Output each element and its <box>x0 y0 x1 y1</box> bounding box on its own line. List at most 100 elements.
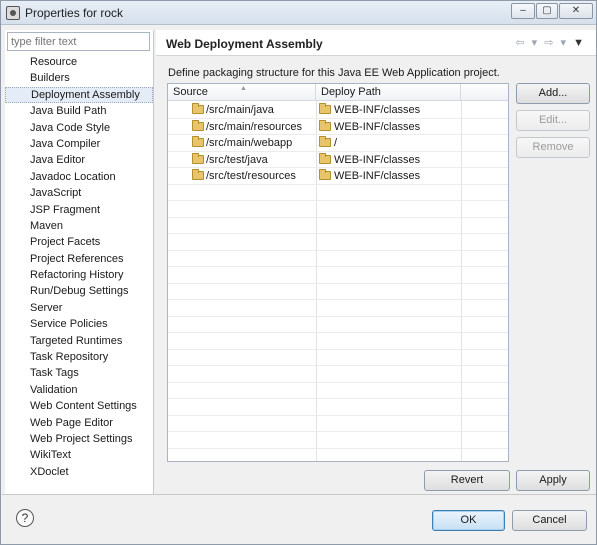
table-row[interactable]: /src/test/resources WEB-INF/classes <box>168 168 508 185</box>
sidebar: Resource Builders Deployment Assembly Ja… <box>5 30 154 494</box>
folder-icon <box>319 136 331 147</box>
empty-table-row <box>168 449 508 462</box>
column-header-source[interactable]: ▲ Source <box>168 84 316 101</box>
page-title: Web Deployment Assembly <box>166 37 323 51</box>
sidebar-item-validation[interactable]: Validation <box>5 382 153 398</box>
forward-arrow-icon[interactable]: ⇨ <box>544 37 555 49</box>
sidebar-item-project-references[interactable]: Project References <box>5 251 153 267</box>
empty-table-row <box>168 350 508 366</box>
sidebar-item-targeted-runtimes[interactable]: Targeted Runtimes <box>5 333 153 349</box>
table-row[interactable]: /src/main/resources WEB-INF/classes <box>168 119 508 135</box>
sidebar-item-task-repository[interactable]: Task Repository <box>5 349 153 365</box>
sidebar-item-run-debug-settings[interactable]: Run/Debug Settings <box>5 283 153 299</box>
source-cell: /src/main/webapp <box>206 137 293 149</box>
table-row[interactable]: /src/main/java WEB-INF/classes <box>168 102 508 119</box>
table-row[interactable]: /src/test/java WEB-INF/classes <box>168 152 508 168</box>
properties-dialog: Properties for rock ‒ ▢ ✕ Resource Build… <box>0 0 597 545</box>
folder-icon <box>192 119 204 131</box>
empty-table-row <box>168 284 508 300</box>
view-menu-icon[interactable]: ▼ <box>573 37 586 49</box>
empty-table-row <box>168 366 508 383</box>
sidebar-item-resource[interactable]: Resource <box>5 54 153 70</box>
sidebar-item-java-code-style[interactable]: Java Code Style <box>5 120 153 136</box>
folder-icon <box>319 119 331 131</box>
sidebar-item-refactoring-history[interactable]: Refactoring History <box>5 267 153 283</box>
empty-table-row <box>168 201 508 218</box>
source-cell: /src/test/resources <box>206 170 296 182</box>
empty-table-row <box>168 333 508 350</box>
deploy-path-cell: WEB-INF/classes <box>334 170 421 182</box>
revert-button[interactable]: Revert <box>424 470 510 491</box>
empty-table-row <box>168 218 508 234</box>
back-arrow-icon[interactable]: ⇦ <box>515 37 526 49</box>
empty-table-row <box>168 416 508 432</box>
history-nav: ⇦ ▾ ⇨ ▾ ▼ <box>515 36 586 49</box>
sidebar-item-javascript[interactable]: JavaScript <box>5 185 153 201</box>
property-page-list: Resource Builders Deployment Assembly Ja… <box>5 54 153 480</box>
sidebar-item-project-facets[interactable]: Project Facets <box>5 234 153 250</box>
sidebar-item-javadoc-location[interactable]: Javadoc Location <box>5 169 153 185</box>
sidebar-item-builders[interactable]: Builders <box>5 70 153 86</box>
folder-icon <box>192 169 204 180</box>
folder-icon <box>319 152 331 164</box>
footer-divider <box>2 494 596 495</box>
sidebar-item-task-tags[interactable]: Task Tags <box>5 365 153 381</box>
folder-icon <box>319 169 331 180</box>
help-icon[interactable]: ? <box>16 509 34 527</box>
close-button[interactable]: ✕ <box>559 3 593 19</box>
deploy-path-cell: WEB-INF/classes <box>334 120 421 133</box>
sidebar-item-web-page-editor[interactable]: Web Page Editor <box>5 415 153 431</box>
filter-input[interactable] <box>7 32 150 51</box>
remove-button[interactable]: Remove <box>516 137 590 158</box>
sidebar-item-deployment-assembly[interactable]: Deployment Assembly <box>5 86 153 104</box>
edit-button[interactable]: Edit... <box>516 110 590 131</box>
sidebar-item-java-compiler[interactable]: Java Compiler <box>5 136 153 152</box>
window-title: Properties for rock <box>25 6 124 20</box>
empty-table-row <box>168 185 508 201</box>
source-cell: /src/main/resources <box>206 120 302 133</box>
back-dropdown-icon[interactable]: ▾ <box>532 37 540 49</box>
maximize-button[interactable]: ▢ <box>536 3 558 19</box>
empty-table-row <box>168 399 508 416</box>
source-cell: /src/main/java <box>206 104 274 116</box>
column-header-deploy-path[interactable]: Deploy Path <box>316 84 461 101</box>
empty-table-row <box>168 251 508 267</box>
page-content: Web Deployment Assembly ⇦ ▾ ⇨ ▾ ▼ Define… <box>156 30 596 494</box>
page-description: Define packaging structure for this Java… <box>168 67 500 79</box>
forward-dropdown-icon[interactable]: ▾ <box>561 37 569 49</box>
table-header: ▲ Source Deploy Path <box>168 84 508 101</box>
ok-button[interactable]: OK <box>432 510 505 531</box>
empty-table-row <box>168 300 508 317</box>
folder-icon <box>192 136 204 147</box>
empty-table-row <box>168 383 508 399</box>
app-icon <box>6 6 20 20</box>
folder-icon <box>319 103 331 114</box>
deploy-path-cell: WEB-INF/classes <box>334 104 421 116</box>
sidebar-item-maven[interactable]: Maven <box>5 218 153 234</box>
source-cell: /src/test/java <box>206 153 268 166</box>
sidebar-item-jsp-fragment[interactable]: JSP Fragment <box>5 202 153 218</box>
sidebar-item-web-content-settings[interactable]: Web Content Settings <box>5 398 153 414</box>
apply-button[interactable]: Apply <box>516 470 590 491</box>
folder-icon <box>192 152 204 164</box>
empty-table-row <box>168 432 508 449</box>
sidebar-item-web-project-settings[interactable]: Web Project Settings <box>5 431 153 447</box>
empty-table-row <box>168 267 508 284</box>
add-button[interactable]: Add... <box>516 83 590 104</box>
deploy-path-cell: WEB-INF/classes <box>334 153 421 166</box>
sidebar-item-xdoclet[interactable]: XDoclet <box>5 464 153 480</box>
title-bar[interactable]: Properties for rock ‒ ▢ ✕ <box>1 1 596 25</box>
assembly-table[interactable]: ▲ Source Deploy Path /src/main/java WEB-… <box>167 83 509 462</box>
sort-caret-icon: ▲ <box>240 85 247 92</box>
sidebar-item-java-build-path[interactable]: Java Build Path <box>5 103 153 119</box>
cancel-button[interactable]: Cancel <box>512 510 587 531</box>
sidebar-item-wikitext[interactable]: WikiText <box>5 447 153 463</box>
sidebar-item-server[interactable]: Server <box>5 300 153 316</box>
sidebar-item-java-editor[interactable]: Java Editor <box>5 152 153 168</box>
minimize-button[interactable]: ‒ <box>511 3 535 19</box>
page-header: Web Deployment Assembly ⇦ ▾ ⇨ ▾ ▼ <box>156 30 596 56</box>
table-row[interactable]: /src/main/webapp / <box>168 135 508 152</box>
empty-table-row <box>168 234 508 251</box>
folder-icon <box>192 103 204 114</box>
sidebar-item-service-policies[interactable]: Service Policies <box>5 316 153 332</box>
